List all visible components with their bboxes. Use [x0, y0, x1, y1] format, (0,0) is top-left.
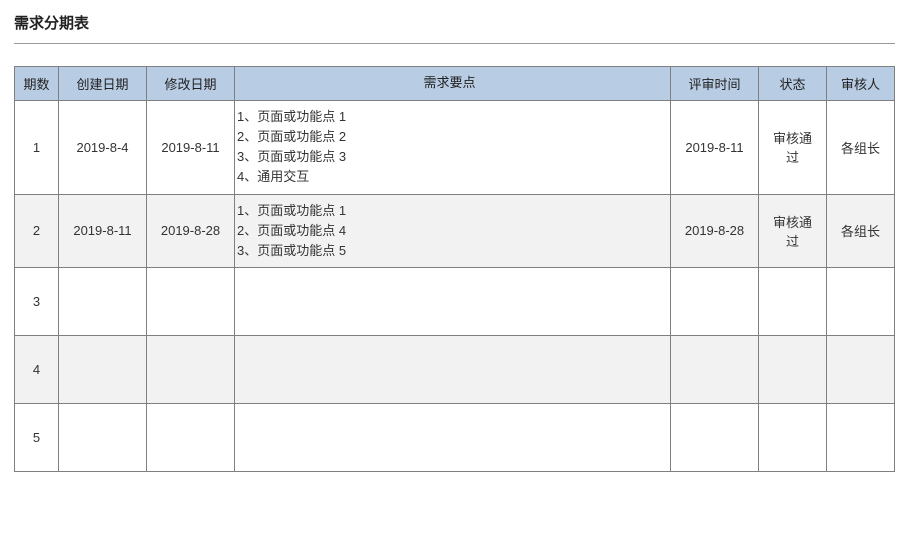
cell-create-date: 2019-8-4	[59, 101, 147, 195]
table-header-row: 期数 创建日期 修改日期 需求要点 评审时间 状态 审核人	[15, 67, 895, 101]
header-modify-date: 修改日期	[147, 67, 235, 101]
cell-num: 1	[15, 101, 59, 195]
cell-status: 审核通过	[759, 101, 827, 195]
cell-points: 1、页面或功能点 1 2、页面或功能点 2 3、页面或功能点 3 4、通用交互	[235, 101, 671, 195]
cell-status: 审核通过	[759, 194, 827, 267]
cell-auditor: 各组长	[827, 194, 895, 267]
cell-auditor	[827, 403, 895, 471]
cell-review-time: 2019-8-28	[671, 194, 759, 267]
table-row: 4	[15, 335, 895, 403]
cell-create-date: 2019-8-11	[59, 194, 147, 267]
table-row: 1 2019-8-4 2019-8-11 1、页面或功能点 1 2、页面或功能点…	[15, 101, 895, 195]
table-row: 5	[15, 403, 895, 471]
cell-auditor	[827, 335, 895, 403]
table-row: 3	[15, 267, 895, 335]
header-status: 状态	[759, 67, 827, 101]
header-period: 期数	[15, 67, 59, 101]
cell-review-time	[671, 335, 759, 403]
cell-status	[759, 335, 827, 403]
cell-modify-date	[147, 403, 235, 471]
cell-num: 4	[15, 335, 59, 403]
cell-points	[235, 335, 671, 403]
table-row: 2 2019-8-11 2019-8-28 1、页面或功能点 1 2、页面或功能…	[15, 194, 895, 267]
header-review-time: 评审时间	[671, 67, 759, 101]
cell-modify-date: 2019-8-28	[147, 194, 235, 267]
cell-review-time: 2019-8-11	[671, 101, 759, 195]
cell-auditor: 各组长	[827, 101, 895, 195]
cell-create-date	[59, 403, 147, 471]
cell-modify-date	[147, 335, 235, 403]
title-divider	[14, 43, 895, 44]
cell-points	[235, 267, 671, 335]
cell-review-time	[671, 267, 759, 335]
page-title: 需求分期表	[14, 12, 895, 33]
cell-create-date	[59, 267, 147, 335]
cell-status	[759, 267, 827, 335]
header-points: 需求要点	[235, 67, 671, 101]
cell-auditor	[827, 267, 895, 335]
cell-points: 1、页面或功能点 1 2、页面或功能点 4 3、页面或功能点 5	[235, 194, 671, 267]
header-auditor: 审核人	[827, 67, 895, 101]
cell-points	[235, 403, 671, 471]
header-create-date: 创建日期	[59, 67, 147, 101]
cell-modify-date: 2019-8-11	[147, 101, 235, 195]
cell-num: 5	[15, 403, 59, 471]
cell-status	[759, 403, 827, 471]
cell-create-date	[59, 335, 147, 403]
cell-num: 3	[15, 267, 59, 335]
cell-review-time	[671, 403, 759, 471]
cell-modify-date	[147, 267, 235, 335]
requirements-table: 期数 创建日期 修改日期 需求要点 评审时间 状态 审核人 1 2019-8-4…	[14, 66, 895, 472]
cell-num: 2	[15, 194, 59, 267]
